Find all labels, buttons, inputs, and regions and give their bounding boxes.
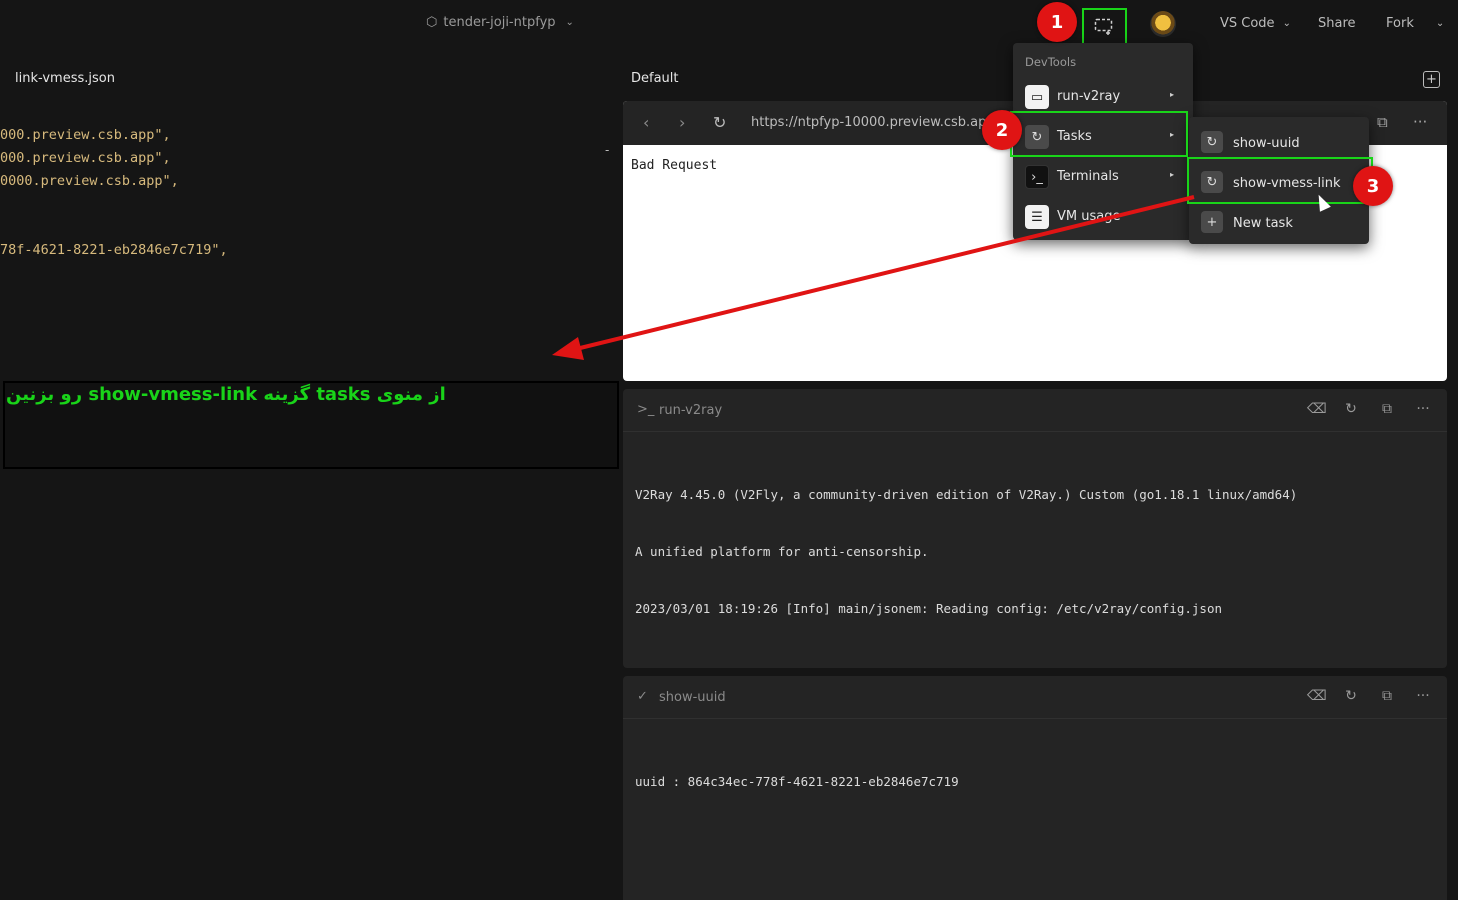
forward-icon[interactable]: › [679, 113, 685, 132]
terminal-run-v2ray: >_ run-v2ray ⌫ ↻ ⧉ ··· V2Ray 4.45.0 (V2F… [623, 389, 1447, 668]
reload-icon[interactable]: ↻ [713, 113, 726, 132]
terminal-line: uuid : 864c34ec-778f-4621-8221-eb2846e7c… [635, 774, 959, 789]
terminal-icon: ›_ [1025, 165, 1049, 189]
step-badge: 1 [1037, 2, 1077, 42]
menu-item-label: VM usage [1057, 209, 1121, 224]
menu-item-label: Tasks [1057, 129, 1092, 144]
menu-item-label: run-v2ray [1057, 89, 1121, 104]
plus-icon: + [1201, 211, 1223, 233]
popout-icon[interactable]: ⧉ [1377, 113, 1388, 131]
code-line: 0000.preview.csb.app", [0, 173, 179, 189]
popout-icon[interactable]: ⧉ [1379, 401, 1395, 417]
server-icon: ☰ [1025, 205, 1049, 229]
chevron-down-icon: ⌄ [1435, 18, 1445, 29]
top-bar: ⬡ tender-joji-ntpfyp ⌄ VS Code ⌄ Share F… [0, 0, 1458, 48]
caret-right-icon: ▸ [1170, 90, 1175, 99]
browser-content: Bad Request [631, 158, 718, 173]
refresh-icon: ↻ [1201, 171, 1223, 193]
editor-file-tab[interactable]: link-vmess.json [15, 71, 115, 86]
vscode-label: VS Code [1220, 16, 1275, 31]
submenu-item-show-uuid[interactable]: ↻ show-uuid [1189, 121, 1369, 161]
code-line: 000.preview.csb.app", [0, 150, 171, 166]
submenu-item-label: show-uuid [1233, 136, 1300, 151]
terminal-show-uuid: ✓ show-uuid ⌫ ↻ ⧉ ··· uuid : 864c34ec-77… [623, 676, 1447, 900]
editor-marker: - [605, 143, 610, 157]
avatar[interactable] [1150, 11, 1176, 37]
caret-right-icon: ▸ [1170, 170, 1175, 179]
fork-button[interactable]: Fork ⌄ [1386, 16, 1444, 31]
submenu-item-label: show-vmess-link [1233, 176, 1341, 191]
terminal-line: V2Ray 4.45.0 (V2Fly, a community-driven … [635, 487, 1298, 502]
terminal-header: >_ run-v2ray ⌫ ↻ ⧉ ··· [623, 389, 1447, 432]
tasks-submenu: ↻ show-uuid ↻ show-vmess-link + New task [1189, 117, 1369, 244]
caret-right-icon: ▸ [1170, 130, 1175, 139]
clear-icon[interactable]: ⌫ [1307, 688, 1327, 704]
share-label: Share [1318, 16, 1356, 31]
refresh-icon: ↻ [1201, 131, 1223, 153]
url-field[interactable]: https://ntpfyp-10000.preview.csb.app/ [751, 115, 999, 130]
restart-icon[interactable]: ↻ [1343, 401, 1359, 417]
terminal-line: 2023/03/01 18:19:26 [Info] main/jsonem: … [635, 601, 1222, 616]
menu-header: DevTools [1025, 55, 1077, 69]
browser-window-icon: ▭ [1025, 85, 1049, 109]
more-icon[interactable]: ··· [1415, 688, 1431, 704]
fork-label: Fork [1386, 16, 1414, 31]
devtools-button[interactable] [1082, 8, 1127, 45]
project-name: tender-joji-ntpfyp [443, 15, 556, 30]
annotation-note: از منوی tasks گزینه show-vmess-link رو ب… [6, 384, 446, 405]
menu-item-tasks[interactable]: ↻ Tasks ▸ [1013, 117, 1193, 157]
check-icon: ✓ [637, 689, 648, 704]
restart-icon[interactable]: ↻ [1343, 688, 1359, 704]
refresh-icon: ↻ [1025, 125, 1049, 149]
submenu-item-new-task[interactable]: + New task [1189, 201, 1369, 241]
share-button[interactable]: Share [1318, 16, 1356, 31]
terminal-title: run-v2ray [659, 403, 723, 418]
cube-icon: ⬡ [426, 15, 438, 30]
menu-item-label: Terminals [1057, 169, 1119, 184]
popout-icon[interactable]: ⧉ [1379, 688, 1395, 704]
step-badge: 3 [1353, 166, 1393, 206]
pane-title: Default [631, 71, 679, 86]
code-line: 000.preview.csb.app", [0, 127, 171, 143]
vscode-button[interactable]: VS Code ⌄ [1220, 16, 1291, 31]
devtools-menu: DevTools ▭ run-v2ray ▸ ↻ Tasks ▸ ›_ Term… [1013, 43, 1193, 240]
submenu-item-show-vmess-link[interactable]: ↻ show-vmess-link [1189, 161, 1369, 201]
menu-item-vm-usage[interactable]: ☰ VM usage [1013, 197, 1193, 237]
add-devtool-icon [1094, 18, 1112, 35]
terminal-icon: >_ [637, 402, 655, 417]
terminal-title: show-uuid [659, 690, 726, 705]
submenu-item-label: New task [1233, 216, 1293, 231]
terminal-header: ✓ show-uuid ⌫ ↻ ⧉ ··· [623, 676, 1447, 719]
more-icon[interactable]: ··· [1413, 113, 1427, 131]
terminal-output: uuid : 864c34ec-778f-4621-8221-eb2846e7c… [635, 734, 959, 829]
project-selector[interactable]: ⬡ tender-joji-ntpfyp ⌄ [426, 15, 574, 30]
chevron-down-icon: ⌄ [1282, 18, 1291, 29]
menu-item-run-v2ray[interactable]: ▭ run-v2ray ▸ [1013, 77, 1193, 117]
back-icon[interactable]: ‹ [643, 113, 649, 132]
clear-icon[interactable]: ⌫ [1307, 401, 1327, 417]
step-badge: 2 [982, 110, 1022, 150]
code-line: 78f-4621-8221-eb2846e7c719", [0, 242, 228, 258]
more-icon[interactable]: ··· [1415, 401, 1431, 417]
add-panel-icon[interactable]: + [1423, 71, 1440, 88]
terminal-line: A unified platform for anti-censorship. [635, 544, 929, 559]
terminal-output: V2Ray 4.45.0 (V2Fly, a community-driven … [635, 447, 1297, 656]
menu-item-terminals[interactable]: ›_ Terminals ▸ [1013, 157, 1193, 197]
chevron-down-icon: ⌄ [565, 17, 574, 28]
